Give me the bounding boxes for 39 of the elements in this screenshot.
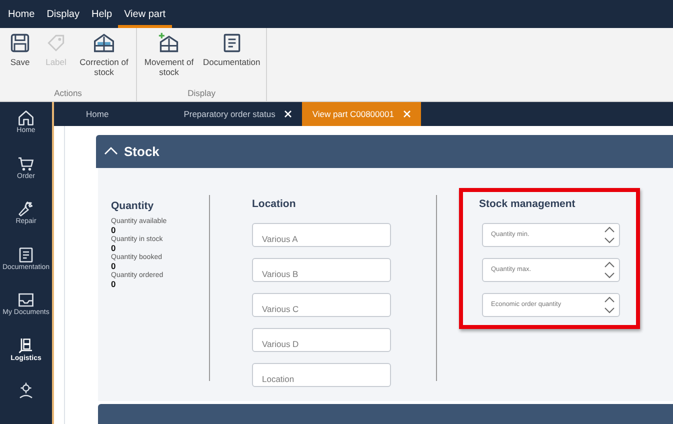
menu-tab[interactable]: Home [2,0,41,28]
location-field[interactable]: Various C [252,292,391,317]
cart-icon [17,154,35,173]
document-icon [17,246,35,264]
group-title: Actions [53,88,83,100]
location-field[interactable]: Various D [252,328,391,352]
section-header[interactable]: Stock [96,135,673,168]
quantity-value: 0 [111,262,117,271]
column-title: Quantity [111,200,155,214]
tag-icon [45,32,67,54]
column-title: Location [252,198,297,212]
ribbon-button[interactable]: Save [2,28,38,88]
ribbon-button[interactable]: Movement of stock [139,28,199,88]
location-field[interactable]: Various A [252,222,391,247]
spinner-arrows-icon[interactable] [604,296,615,314]
quantity-value: 0 [111,244,117,253]
warehouse-icon [93,32,115,54]
document-tab[interactable]: Preparatory order status [174,102,302,126]
menu-tab[interactable]: Help [85,0,118,28]
ribbon-button[interactable]: Correction of stock [74,28,134,88]
location-field[interactable]: Location [252,362,391,387]
menu-tab[interactable]: Display [40,0,86,28]
ribbon-button[interactable]: Documentation [199,28,264,88]
chevron-up-icon [104,147,118,156]
close-icon[interactable] [284,110,292,118]
gear-person-icon [17,382,35,400]
spinner-arrows-icon[interactable] [604,226,615,244]
column-title: Stock management [479,198,576,212]
hand-truck-icon [17,336,35,355]
document-tab[interactable]: Home [76,102,119,126]
home-icon [17,109,35,127]
warehouse-plus-icon [158,32,180,54]
inbox-tray-icon [17,291,35,310]
location-field[interactable]: Various B [252,258,391,282]
quantity-value: 0 [111,280,117,289]
quantity-value: 0 [111,226,117,235]
group-title: Display [186,88,217,100]
wrench-icon [17,200,35,218]
spinner-arrows-icon[interactable] [604,260,615,279]
